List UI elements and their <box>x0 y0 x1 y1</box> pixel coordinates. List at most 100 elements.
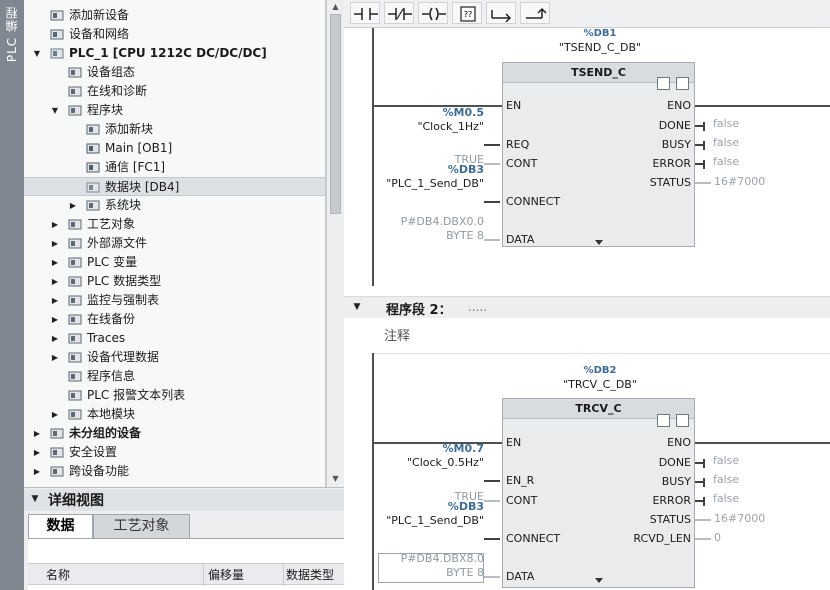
expanded-triangle-icon[interactable]: ▼ <box>32 44 42 63</box>
column-offset[interactable]: 偏移量 <box>208 566 244 583</box>
tree-item[interactable]: ▶ 监控与强制表 <box>24 291 325 310</box>
column-name[interactable]: 名称 <box>46 566 70 583</box>
tree-item[interactable]: ▶ PLC 变量 <box>24 253 325 272</box>
coil-button[interactable] <box>418 2 448 24</box>
tree-item[interactable]: 添加新块 <box>24 120 325 139</box>
collapsed-triangle-icon[interactable]: ▶ <box>32 462 42 481</box>
nc-contact-button[interactable] <box>384 2 414 24</box>
empty-box-button[interactable]: ?? <box>452 2 482 24</box>
input-address[interactable]: P#DB4.DBX8.0 <box>360 552 484 565</box>
tree-item[interactable]: ▶ 设备代理数据 <box>24 348 325 367</box>
network-2-name-placeholder[interactable]: ..... <box>468 300 487 314</box>
block-config-icon[interactable] <box>676 414 689 427</box>
collapsed-triangle-icon[interactable]: ▶ <box>50 329 60 348</box>
collapsed-triangle-icon[interactable]: ▶ <box>68 196 78 215</box>
output-value[interactable]: 0 <box>714 531 721 544</box>
tree-item[interactable]: PLC 报警文本列表 <box>24 386 325 405</box>
tab-data[interactable]: 数据 <box>28 514 93 538</box>
tree-item[interactable]: ▶ 系统块 <box>24 196 325 215</box>
detail-view-header[interactable]: ▼ 详细视图 <box>24 489 344 511</box>
input-address[interactable]: P#DB4.DBX0.0 <box>360 215 484 228</box>
tree-item-label: 在线备份 <box>87 312 136 326</box>
collapse-triangle-icon[interactable]: ▼ <box>30 494 40 504</box>
tree-item-label: PLC 报警文本列表 <box>87 388 186 402</box>
close-branch-button[interactable] <box>520 2 550 24</box>
tree-item[interactable]: ▶ 外部源文件 <box>24 234 325 253</box>
plc-tags-icon <box>68 256 82 269</box>
collapsed-triangle-icon[interactable]: ▶ <box>50 234 60 253</box>
network-2-header[interactable]: ▼ 程序段 2： ..... <box>344 296 830 318</box>
input-connector <box>484 201 500 203</box>
tree-item[interactable]: ▶ Traces <box>24 329 325 348</box>
output-value[interactable]: false <box>713 473 739 486</box>
tab-technology-objects[interactable]: 工艺对象 <box>93 514 190 538</box>
tree-item-label: PLC_1 [CPU 1212C DC/DC/DC] <box>69 46 267 60</box>
output-value[interactable]: false <box>713 492 739 505</box>
collapsed-triangle-icon[interactable]: ▶ <box>50 215 60 234</box>
project-tree: 添加新设备 设备和网络 ▼ PLC_1 [CPU 1212C DC/DC/DC] 设备组… <box>24 0 326 487</box>
plc-programming-tab[interactable]: PLC 编程 <box>3 6 20 62</box>
input-operand[interactable]: "PLC_1_Send_DB" <box>360 177 484 190</box>
collapsed-triangle-icon[interactable]: ▶ <box>50 348 60 367</box>
output-value[interactable]: false <box>713 136 739 149</box>
tree-item[interactable]: 数据块 [DB4] <box>24 177 325 196</box>
input-address[interactable]: %DB3 <box>360 500 484 513</box>
tree-item[interactable]: ▶ 工艺对象 <box>24 215 325 234</box>
input-operand[interactable]: BYTE 8 <box>360 566 484 579</box>
collapse-triangle-icon[interactable]: ▼ <box>352 302 362 312</box>
output-value[interactable]: 16#7000 <box>714 512 765 525</box>
tree-item[interactable]: ▼ PLC_1 [CPU 1212C DC/DC/DC] <box>24 44 325 63</box>
input-operand[interactable]: "Clock_0.5Hz" <box>360 456 484 469</box>
tree-item-label: 系统块 <box>105 198 142 212</box>
tree-item[interactable]: ▶ 跨设备功能 <box>24 462 325 481</box>
instruction-toolbar: ?? <box>344 0 830 28</box>
collapsed-triangle-icon[interactable]: ▶ <box>50 272 60 291</box>
expanded-triangle-icon[interactable]: ▼ <box>50 101 60 120</box>
output-value[interactable]: false <box>713 117 739 130</box>
output-pin-eno: ENO <box>667 436 691 449</box>
tree-item[interactable]: ▶ 未分组的设备 <box>24 424 325 443</box>
tree-item[interactable]: Main [OB1] <box>24 139 325 158</box>
scroll-down-icon[interactable]: ▼ <box>331 474 340 483</box>
scrollbar-thumb[interactable] <box>330 14 341 214</box>
input-operand[interactable]: BYTE 8 <box>360 229 484 242</box>
column-data-type[interactable]: 数据类型 <box>286 566 334 583</box>
tree-item[interactable]: 在线和诊断 <box>24 82 325 101</box>
tree-item[interactable]: ▼ 程序块 <box>24 101 325 120</box>
collapsed-triangle-icon[interactable]: ▶ <box>32 424 42 443</box>
no-contact-button[interactable] <box>350 2 380 24</box>
open-branch-button[interactable] <box>486 2 516 24</box>
output-value[interactable]: 16#7000 <box>714 175 765 188</box>
instance-db-name-1[interactable]: "TSEND_C_DB" <box>520 41 680 54</box>
scroll-up-icon[interactable]: ▲ <box>331 2 340 11</box>
tree-item[interactable]: ▶ 安全设置 <box>24 443 325 462</box>
instance-db-name-2[interactable]: "TRCV_C_DB" <box>520 378 680 391</box>
input-address[interactable]: %DB3 <box>360 163 484 176</box>
collapsed-triangle-icon[interactable]: ▶ <box>50 253 60 272</box>
collapsed-triangle-icon[interactable]: ▶ <box>50 291 60 310</box>
input-address[interactable]: %M0.5 <box>360 106 484 119</box>
tree-item[interactable]: ▶ 本地模块 <box>24 405 325 424</box>
expand-pins-icon[interactable] <box>595 240 603 245</box>
expand-pins-icon[interactable] <box>595 578 603 583</box>
collapsed-triangle-icon[interactable]: ▶ <box>50 310 60 329</box>
block-info-icon[interactable] <box>657 414 670 427</box>
tree-item[interactable]: ▶ PLC 数据类型 <box>24 272 325 291</box>
input-operand[interactable]: "Clock_1Hz" <box>360 120 484 133</box>
input-address[interactable]: %M0.7 <box>360 442 484 455</box>
collapsed-triangle-icon[interactable]: ▶ <box>32 443 42 462</box>
output-value[interactable]: false <box>713 454 739 467</box>
tree-item[interactable]: ▶ 在线备份 <box>24 310 325 329</box>
tree-item[interactable]: 添加新设备 <box>24 6 325 25</box>
tree-item[interactable]: 通信 [FC1] <box>24 158 325 177</box>
output-value[interactable]: false <box>713 155 739 168</box>
collapsed-triangle-icon[interactable]: ▶ <box>50 405 60 424</box>
tree-item[interactable]: 设备和网络 <box>24 25 325 44</box>
block-info-icon[interactable] <box>657 77 670 90</box>
block-config-icon[interactable] <box>676 77 689 90</box>
network-2-comment[interactable]: 注释 <box>384 325 410 344</box>
tree-item[interactable]: 程序信息 <box>24 367 325 386</box>
input-operand[interactable]: "PLC_1_Send_DB" <box>360 514 484 527</box>
tree-scrollbar[interactable]: ▲ ▼ <box>326 0 344 487</box>
tree-item[interactable]: 设备组态 <box>24 63 325 82</box>
